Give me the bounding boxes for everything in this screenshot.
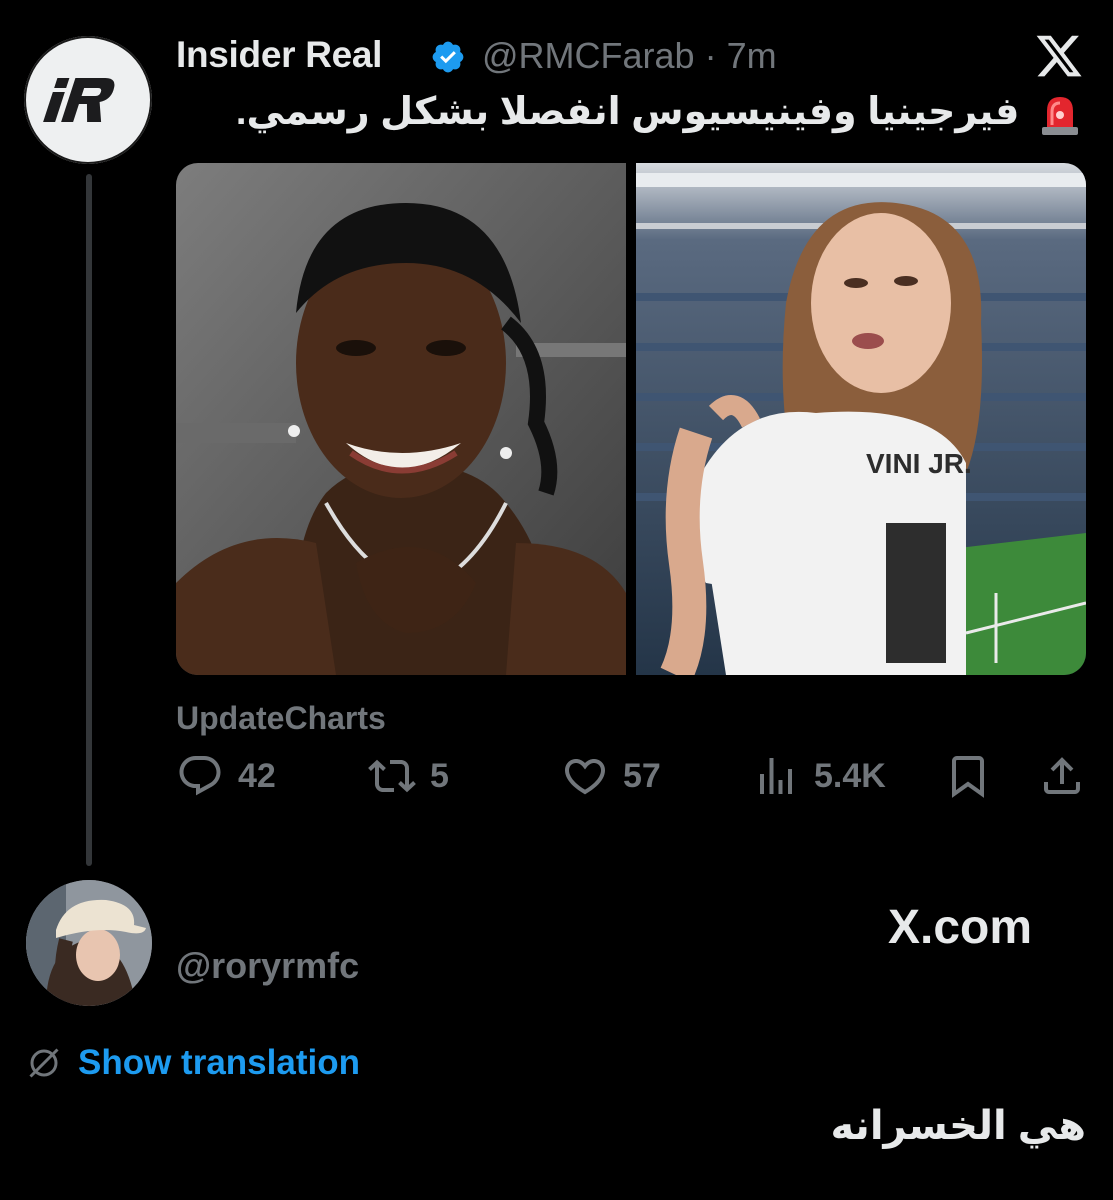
views-count: 5.4K — [814, 756, 886, 795]
author-meta: @RMCFarab · 7m — [482, 35, 777, 77]
tweet-body: فيرجينيا وفينيسيوس انفصلا بشكل رسمي. — [180, 90, 1080, 137]
tweet-time[interactable]: 7m — [727, 35, 777, 76]
share-button[interactable] — [1038, 752, 1086, 800]
views-button[interactable]: 5.4K — [752, 752, 886, 800]
reply-handle[interactable]: @roryrmfc — [176, 945, 359, 987]
translate-icon — [29, 1048, 59, 1078]
retweet-count: 5 — [430, 756, 449, 795]
retweet-icon — [368, 759, 416, 793]
reply-button[interactable]: 42 — [176, 752, 276, 800]
tweet-text: فيرجينيا وفينيسيوس انفصلا بشكل رسمي. — [235, 91, 1020, 133]
verified-badge-icon — [432, 41, 464, 73]
bookmark-button[interactable] — [944, 752, 992, 800]
heart-icon — [564, 759, 606, 795]
siren-emoji-icon — [1040, 91, 1080, 137]
reply-count: 42 — [238, 756, 276, 795]
author-handle[interactable]: @RMCFarab — [482, 35, 695, 76]
reply-icon — [179, 756, 221, 796]
media-grid[interactable]: VINI JR. — [176, 163, 1086, 675]
separator: · — [704, 35, 717, 76]
like-button[interactable]: 57 — [561, 752, 661, 800]
share-icon — [1044, 757, 1080, 794]
insider-real-logo-icon — [43, 78, 115, 122]
author-avatar[interactable] — [24, 36, 152, 164]
photo-right[interactable]: VINI JR. — [636, 163, 1086, 675]
reply-avatar[interactable] — [26, 880, 152, 1006]
jersey-text: VINI JR. — [866, 448, 972, 479]
source-label[interactable]: UpdateCharts — [176, 700, 386, 737]
photo-left[interactable] — [176, 163, 626, 675]
action-bar: 42 5 57 5.4K — [176, 752, 1086, 812]
bookmark-icon — [952, 756, 984, 798]
show-translation-link[interactable]: Show translation — [78, 1043, 360, 1083]
reply-text: هي الخسرانه — [830, 1104, 1086, 1148]
x-logo-icon[interactable] — [1034, 31, 1084, 81]
show-translation-row[interactable]: Show translation — [26, 1043, 360, 1083]
xcom-watermark: X.com — [888, 900, 1032, 955]
xcom-text: X.com — [888, 901, 1033, 954]
author-name[interactable]: Insider Real — [176, 34, 382, 76]
retweet-button[interactable]: 5 — [368, 752, 449, 800]
views-icon — [760, 758, 792, 794]
thread-line — [86, 174, 92, 866]
like-count: 57 — [623, 756, 661, 795]
